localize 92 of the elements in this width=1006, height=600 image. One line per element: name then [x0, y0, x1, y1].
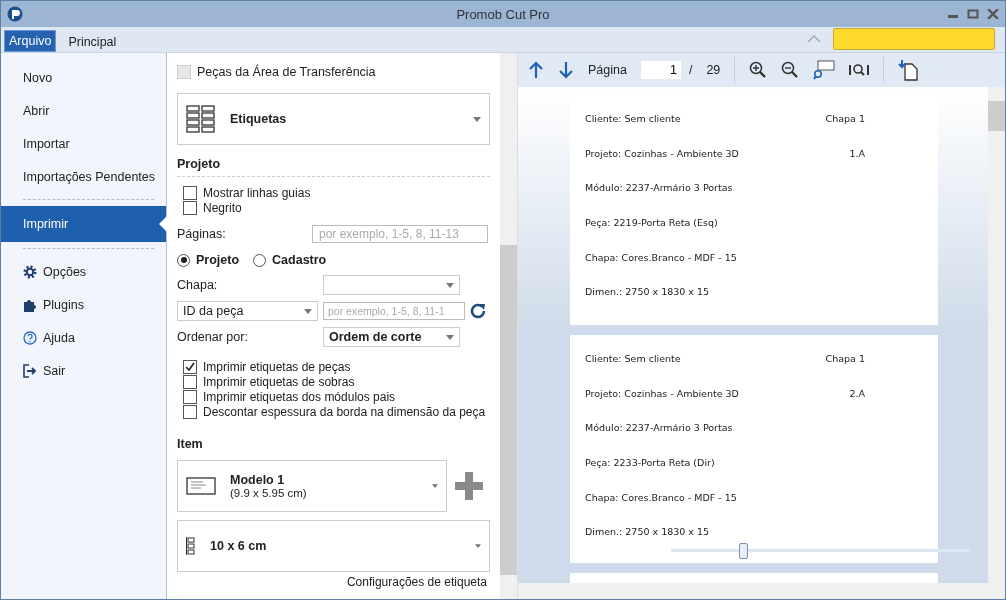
label-text: Módulo: 2237-Armário 3 Portas — [585, 422, 733, 434]
radio-label: Projeto — [196, 253, 240, 267]
order-dropdown[interactable]: Ordem de corte — [323, 327, 460, 347]
checkbox-label: Descontar espessura da borda na dimensão da peça — [203, 404, 486, 419]
dropdown-arrow-icon — [446, 334, 454, 340]
label-text: Cliente: Sem cliente — [585, 112, 681, 124]
label-text: Dimen.: 2750 x 1830 x 15 — [585, 526, 710, 538]
sidebar-item[interactable]: Imprimir — [1, 206, 166, 242]
gear-icon — [23, 264, 37, 279]
pages-field[interactable]: por exemplo, 1-5, 8, 11-13 — [312, 225, 488, 243]
window-title: Promob Cut Pro — [456, 6, 550, 22]
label-text: Peça: 2233-Porta Reta (Dir) — [585, 456, 715, 468]
model-size: (9.9 x 5.95 cm) — [230, 487, 307, 499]
sidebar-item[interactable]: Sair — [1, 354, 166, 387]
model-name: Modelo 1 — [230, 473, 286, 487]
page-field[interactable]: 1 — [640, 61, 681, 79]
page-total: 29 — [706, 63, 721, 77]
field-label: Ordenar por: — [177, 330, 249, 344]
help-icon — [23, 330, 37, 345]
filter-field[interactable]: por exemplo, 1-5, 8, 11-1 — [323, 302, 465, 320]
label-size-dropdown[interactable]: 10 x 6 cm — [177, 520, 490, 572]
sidebar-item[interactable]: Abrir — [1, 94, 166, 127]
label-text: 2.A — [849, 387, 865, 399]
close-icon[interactable] — [987, 9, 999, 19]
dropdown-arrow-icon — [446, 282, 454, 288]
label-text: Chapa: Cores.Branco - MDF - 15 — [585, 251, 737, 263]
ribbon-tab[interactable]: Principal — [56, 32, 129, 52]
maximize-icon[interactable] — [967, 9, 979, 19]
scrollbar[interactable] — [518, 583, 1005, 599]
checkbox[interactable] — [183, 389, 197, 404]
checkbox[interactable] — [183, 185, 197, 200]
section-title: Item — [177, 437, 204, 451]
sidebar-item[interactable]: Opções — [1, 255, 166, 288]
label-text: Projeto: Cozinhas - Ambiente 3D — [585, 387, 739, 399]
sidebar-item[interactable]: Importar — [1, 127, 166, 160]
refresh-icon[interactable] — [469, 302, 487, 320]
down-arrow-icon[interactable] — [558, 61, 574, 79]
page-separator: / — [688, 63, 693, 77]
ribbon-field[interactable] — [833, 28, 995, 50]
add-icon[interactable] — [455, 472, 483, 500]
field-label: Chapa: — [177, 278, 219, 292]
page-label: Página — [588, 63, 627, 77]
label-text: Chapa 1 — [825, 352, 865, 364]
checkbox-label: Imprimir etiquetas de peças — [203, 359, 351, 374]
checkbox-label: Mostrar linhas guias — [203, 185, 311, 200]
sidebar-item[interactable]: Plugins — [1, 288, 166, 321]
section-title: Projeto — [177, 157, 222, 171]
export-page-icon[interactable] — [898, 59, 919, 81]
sidebar-item[interactable]: Importações Pendentes — [1, 160, 166, 193]
scrollbar[interactable] — [988, 87, 1005, 583]
app-logo-icon — [7, 6, 23, 22]
model-dropdown[interactable]: Modelo 1 (9.9 x 5.95 cm) — [177, 460, 447, 512]
field-label: Páginas: — [177, 227, 226, 241]
ribbon-tab[interactable]: Arquivo — [4, 30, 57, 52]
label-text: Projeto: Cozinhas - Ambiente 3D — [585, 147, 739, 159]
filter-dropdown[interactable]: ID da peça — [177, 301, 318, 321]
label-text: Chapa: Cores.Branco - MDF - 15 — [585, 491, 737, 503]
checkbox[interactable] — [183, 374, 197, 389]
label-text: Chapa 1 — [825, 112, 865, 124]
zoom-in-icon[interactable] — [749, 61, 768, 79]
label-column-icon — [186, 537, 196, 555]
checkbox[interactable] — [183, 200, 197, 215]
checkbox-label: Peças da Área de Transferência — [197, 65, 376, 79]
label-text: 1.A — [849, 147, 865, 159]
checkbox-label: Negrito — [203, 200, 242, 215]
radio-label: Cadastro — [272, 253, 327, 267]
label-text: Peça: 2219-Porta Reta (Esq) — [585, 216, 718, 228]
label-text: Cliente: Sem cliente — [585, 352, 681, 364]
report-dropdown[interactable]: Etiquetas — [177, 93, 490, 145]
label-grid-icon — [186, 105, 216, 133]
sidebar-item[interactable]: Ajuda — [1, 321, 166, 354]
label-template-icon — [186, 477, 216, 495]
puzzle-icon — [23, 297, 37, 312]
actual-size-icon[interactable] — [813, 60, 836, 80]
checkbox-label: Imprimir etiquetas de sobras — [203, 374, 355, 389]
zoom-slider[interactable] — [671, 543, 971, 559]
up-arrow-icon[interactable] — [528, 61, 544, 79]
dropdown-arrow-icon — [432, 484, 438, 488]
label-text: Dimen.: 2750 x 1830 x 15 — [585, 286, 710, 298]
fit-page-icon[interactable] — [849, 62, 870, 78]
zoom-out-icon[interactable] — [781, 61, 800, 79]
settings-link[interactable]: Configurações de etiqueta — [346, 575, 487, 589]
checkbox[interactable] — [183, 359, 197, 374]
sidebar-item[interactable]: Novo — [1, 61, 166, 94]
scrollbar[interactable] — [500, 53, 517, 599]
label-text: Módulo: 2237-Armário 3 Portas — [585, 182, 733, 194]
dropdown-arrow-icon — [304, 308, 312, 314]
checkbox[interactable] — [183, 404, 197, 419]
dropdown-arrow-icon — [473, 116, 481, 122]
dropdown-arrow-icon — [475, 544, 481, 548]
exit-icon — [23, 363, 37, 378]
checkbox-label: Imprimir etiquetas dos módulos pais — [203, 389, 396, 404]
